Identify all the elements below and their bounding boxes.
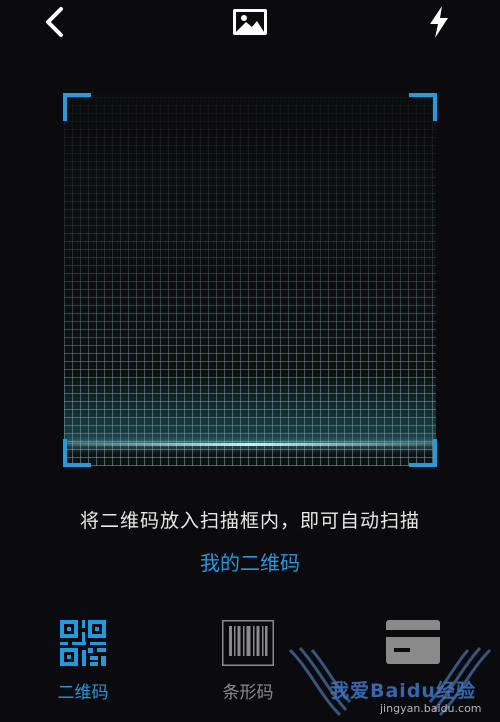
tab-qr-code[interactable]: 二维码 bbox=[23, 610, 143, 710]
back-button[interactable] bbox=[36, 4, 72, 40]
gallery-button[interactable] bbox=[232, 4, 268, 40]
tab-label: 二维码 bbox=[57, 683, 109, 703]
frame-corner-top-left bbox=[63, 93, 91, 121]
frame-corner-top-right bbox=[409, 93, 437, 121]
my-qr-code-link[interactable]: 我的二维码 bbox=[0, 547, 500, 576]
frame-corner-bottom-right bbox=[409, 439, 437, 467]
watermark-url: jingyan.baidu.com bbox=[380, 702, 482, 715]
scan-line bbox=[64, 443, 436, 446]
frame-corner-bottom-left bbox=[63, 439, 91, 467]
scan-grid bbox=[64, 94, 436, 466]
scan-hint: 将二维码放入扫描框内，即可自动扫描 bbox=[79, 510, 420, 532]
chevron-left-icon bbox=[46, 7, 63, 37]
scan-frame bbox=[63, 93, 437, 467]
baidu-jingyan-watermark: 我爱Baidu经验 jingyan.baidu.com bbox=[280, 640, 500, 722]
top-bar bbox=[0, 0, 500, 48]
image-icon bbox=[233, 9, 267, 35]
qr-code-icon bbox=[60, 620, 106, 666]
barcode-icon bbox=[222, 620, 274, 666]
lightning-icon bbox=[430, 6, 448, 38]
flash-button[interactable] bbox=[421, 4, 457, 40]
watermark-text: 我爱Baidu经验 bbox=[330, 680, 476, 702]
scan-glow bbox=[64, 374, 436, 444]
